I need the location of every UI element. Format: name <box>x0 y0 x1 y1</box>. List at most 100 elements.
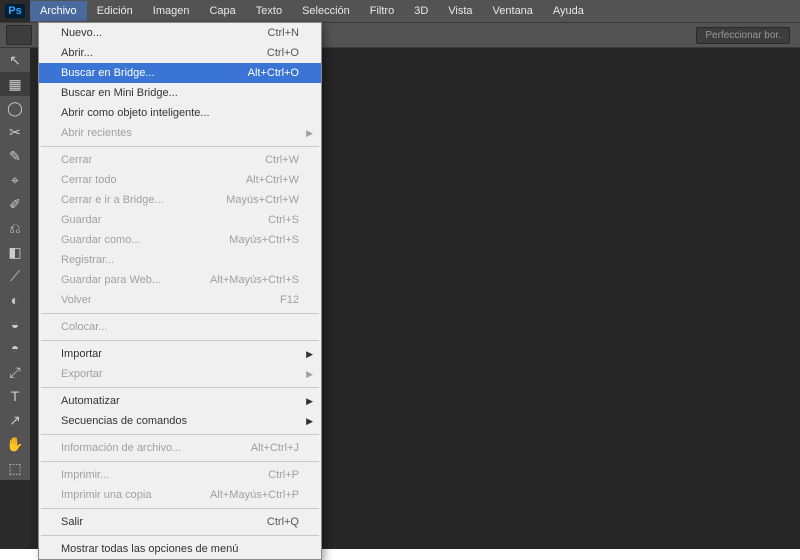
menu-item-shortcut: Alt+Mayús+Ctrl+P <box>210 489 299 501</box>
tool-button-7[interactable]: ⎌ <box>0 216 30 240</box>
tool-preset-icon[interactable] <box>6 25 32 45</box>
tool-button-8[interactable]: ◧ <box>0 240 30 264</box>
menu-item-label: Registrar... <box>61 254 114 266</box>
tool-button-13[interactable]: ⤢ <box>0 360 30 384</box>
menu-separator <box>41 387 319 388</box>
menu-item-shortcut: Ctrl+S <box>268 214 299 226</box>
menu-item-shortcut: Ctrl+Q <box>267 516 299 528</box>
menu-item: Registrar... <box>39 250 321 270</box>
menu-item-shortcut: Ctrl+P <box>268 469 299 481</box>
submenu-arrow-icon: ▶ <box>306 128 313 139</box>
tool-button-2[interactable]: ◯ <box>0 96 30 120</box>
menu-separator <box>41 535 319 536</box>
tool-button-11[interactable]: ◒ <box>0 312 30 336</box>
tool-button-5[interactable]: ⌖ <box>0 168 30 192</box>
menu-item-shortcut: Alt+Ctrl+J <box>251 442 299 454</box>
menu-item-shortcut: Mayús+Ctrl+S <box>229 234 299 246</box>
menu-ventana[interactable]: Ventana <box>483 1 543 21</box>
menu-item-label: Abrir... <box>61 47 93 59</box>
submenu-arrow-icon: ▶ <box>306 416 313 427</box>
tool-button-16[interactable]: ✋ <box>0 432 30 456</box>
menu-edición[interactable]: Edición <box>87 1 143 21</box>
menu-item[interactable]: Importar▶ <box>39 344 321 364</box>
app-window: Ps ArchivoEdiciónImagenCapaTextoSelecció… <box>0 0 800 549</box>
menu-texto[interactable]: Texto <box>246 1 292 21</box>
menu-item: Cerrar e ir a Bridge...Mayús+Ctrl+W <box>39 190 321 210</box>
menu-item-label: Guardar como... <box>61 234 140 246</box>
menu-item-label: Automatizar <box>61 395 120 407</box>
tool-button-14[interactable]: T <box>0 384 30 408</box>
menu-separator <box>41 313 319 314</box>
menu-item-label: Guardar <box>61 214 101 226</box>
menu-item[interactable]: Abrir como objeto inteligente... <box>39 103 321 123</box>
menu-archivo[interactable]: Archivo <box>30 1 87 21</box>
menu-item-label: Guardar para Web... <box>61 274 161 286</box>
menu-separator <box>41 508 319 509</box>
tool-button-0[interactable]: ↖ <box>0 48 30 72</box>
tool-button-17[interactable]: ⬚ <box>0 456 30 480</box>
menu-item: Abrir recientes▶ <box>39 123 321 143</box>
refine-edge-button[interactable]: Perfeccionar bor. <box>696 27 790 44</box>
menu-item-label: Buscar en Mini Bridge... <box>61 87 178 99</box>
menu-item[interactable]: Mostrar todas las opciones de menú <box>39 539 321 559</box>
menu-item-label: Colocar... <box>61 321 107 333</box>
menu-item[interactable]: Secuencias de comandos▶ <box>39 411 321 431</box>
menu-vista[interactable]: Vista <box>438 1 482 21</box>
menu-item: Volver F12 <box>39 290 321 310</box>
menu-item-label: Información de archivo... <box>61 442 181 454</box>
menu-capa[interactable]: Capa <box>199 1 245 21</box>
menu-item: Exportar ▶ <box>39 364 321 384</box>
toolbox: ↖▦◯✂✎⌖✐⎌◧⟋◐◒◓⤢T↗✋⬚ <box>0 48 30 480</box>
menu-item-label: Cerrar <box>61 154 92 166</box>
menu-item-label: Buscar en Bridge... <box>61 67 155 79</box>
menu-item-shortcut: Alt+Ctrl+W <box>246 174 299 186</box>
menu-item-shortcut: Alt+Mayús+Ctrl+S <box>210 274 299 286</box>
menu-selección[interactable]: Selección <box>292 1 360 21</box>
menu-item-label: Imprimir... <box>61 469 109 481</box>
menu-item[interactable]: Automatizar ▶ <box>39 391 321 411</box>
menu-item-label: Importar <box>61 348 102 360</box>
app-logo: Ps <box>0 0 30 22</box>
menu-item: Imprimir... Ctrl+P <box>39 465 321 485</box>
menu-item[interactable]: Buscar en Mini Bridge... <box>39 83 321 103</box>
menu-item-shortcut: Ctrl+O <box>267 47 299 59</box>
menu-filtro[interactable]: Filtro <box>360 1 404 21</box>
menu-imagen[interactable]: Imagen <box>143 1 200 21</box>
menu-separator <box>41 146 319 147</box>
tool-button-9[interactable]: ⟋ <box>0 264 30 288</box>
tool-button-4[interactable]: ✎ <box>0 144 30 168</box>
menu-item[interactable]: Abrir... Ctrl+O <box>39 43 321 63</box>
menu-item[interactable]: Nuevo...Ctrl+N <box>39 23 321 43</box>
menu-item-shortcut: Alt+Ctrl+O <box>248 67 299 79</box>
menu-item-label: Volver <box>61 294 92 306</box>
submenu-arrow-icon: ▶ <box>306 396 313 407</box>
logo-text: Ps <box>5 4 24 18</box>
tool-button-1[interactable]: ▦ <box>0 72 30 96</box>
menu-separator <box>41 461 319 462</box>
menu-item-shortcut: F12 <box>280 294 299 306</box>
tool-button-6[interactable]: ✐ <box>0 192 30 216</box>
menu-item[interactable]: Salir Ctrl+Q <box>39 512 321 532</box>
menu-item-label: Cerrar todo <box>61 174 117 186</box>
submenu-arrow-icon: ▶ <box>306 369 313 380</box>
menu-3d[interactable]: 3D <box>404 1 438 21</box>
menu-item-label: Salir <box>61 516 83 528</box>
menu-item-shortcut: Ctrl+W <box>265 154 299 166</box>
menu-item-shortcut: Mayús+Ctrl+W <box>226 194 299 206</box>
menu-item[interactable]: Buscar en Bridge... Alt+Ctrl+O <box>39 63 321 83</box>
menu-item: Información de archivo... Alt+Ctrl+J <box>39 438 321 458</box>
tool-button-12[interactable]: ◓ <box>0 336 30 360</box>
menu-item: Colocar... <box>39 317 321 337</box>
menu-separator <box>41 434 319 435</box>
tool-button-15[interactable]: ↗ <box>0 408 30 432</box>
menu-ayuda[interactable]: Ayuda <box>543 1 594 21</box>
menu-item: Cerrar Ctrl+W <box>39 150 321 170</box>
menu-item: Guardar para Web... Alt+Mayús+Ctrl+S <box>39 270 321 290</box>
menubar: Ps ArchivoEdiciónImagenCapaTextoSelecció… <box>0 0 800 22</box>
tool-button-10[interactable]: ◐ <box>0 288 30 312</box>
file-menu-dropdown: Nuevo...Ctrl+N Abrir... Ctrl+O Buscar en Br… <box>38 22 322 560</box>
menu-item-label: Abrir como objeto inteligente... <box>61 107 210 119</box>
menu-item-label: Exportar <box>61 368 103 380</box>
tool-button-3[interactable]: ✂ <box>0 120 30 144</box>
menu-item: Guardar Ctrl+S <box>39 210 321 230</box>
